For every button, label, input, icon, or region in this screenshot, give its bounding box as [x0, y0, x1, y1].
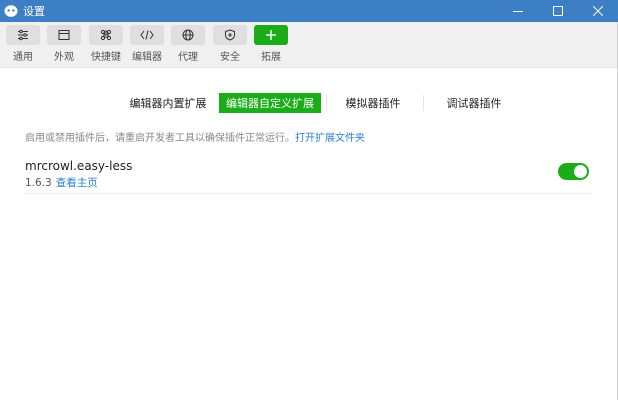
toolbar-label: 拓展	[261, 52, 281, 63]
plugin-row: mrcrowl.easy-less 1.6.3 查看主页	[25, 152, 591, 194]
globe-icon	[182, 29, 194, 41]
shield-icon	[225, 29, 235, 41]
extensions-button[interactable]	[254, 25, 288, 45]
settings-toolbar: 通用 外观 快捷键 编辑器 代理 安全 拓展	[0, 22, 618, 68]
title-bar: 设置	[0, 0, 618, 22]
editor-button[interactable]	[130, 25, 164, 45]
toggle-knob	[574, 165, 587, 178]
toolbar-shortcuts[interactable]: 快捷键	[88, 25, 124, 65]
toolbar-label: 外观	[54, 52, 74, 63]
code-icon	[140, 30, 154, 40]
toolbar-label: 快捷键	[91, 52, 121, 63]
toolbar-general[interactable]: 通用	[5, 25, 41, 65]
proxy-button[interactable]	[171, 25, 205, 45]
plugin-enable-toggle[interactable]	[558, 163, 589, 180]
toolbar-label: 通用	[13, 52, 33, 63]
window-title: 设置	[23, 5, 45, 18]
minimize-icon	[513, 11, 523, 12]
plugin-version: 1.6.3	[25, 177, 52, 189]
tab-divider	[423, 95, 424, 111]
tab-debugger-plugins[interactable]: 调试器插件	[440, 93, 508, 113]
toolbar-label: 编辑器	[132, 52, 162, 63]
settings-window: 设置 通用 外观 快捷键 编辑器 代理 安全 拓展 编辑器内置扩展 编辑器自定义…	[0, 0, 618, 400]
close-button[interactable]	[578, 0, 618, 22]
toolbar-extensions[interactable]: 拓展	[253, 25, 289, 65]
toolbar-appearance[interactable]: 外观	[46, 25, 82, 65]
tab-builtin-extensions[interactable]: 编辑器内置扩展	[124, 93, 212, 113]
tab-divider	[326, 95, 327, 111]
shortcuts-button[interactable]	[89, 25, 123, 45]
toolbar-proxy[interactable]: 代理	[170, 25, 206, 65]
tab-simulator-plugins[interactable]: 模拟器插件	[339, 93, 407, 113]
maximize-icon	[553, 6, 563, 16]
restart-hint-text: 启用或禁用插件后，请重启开发者工具以确保插件正常运行。	[25, 133, 295, 144]
toolbar-label: 安全	[220, 52, 240, 63]
sliders-icon	[18, 29, 28, 41]
extension-tabs: 编辑器内置扩展 编辑器自定义扩展 模拟器插件 调试器插件	[0, 93, 618, 113]
open-extensions-folder-link[interactable]: 打开扩展文件夹	[295, 133, 365, 144]
close-icon	[593, 6, 603, 16]
maximize-button[interactable]	[538, 0, 578, 22]
appearance-button[interactable]	[47, 25, 81, 45]
plugin-name: mrcrowl.easy-less	[25, 159, 133, 173]
general-button[interactable]	[6, 25, 40, 45]
app-logo-icon	[4, 5, 18, 17]
plus-icon	[266, 30, 276, 40]
minimize-button[interactable]	[498, 0, 538, 22]
toolbar-security[interactable]: 安全	[212, 25, 248, 65]
plugin-meta: 1.6.3 查看主页	[25, 175, 98, 190]
toolbar-editor[interactable]: 编辑器	[129, 25, 165, 65]
window-icon	[58, 30, 70, 40]
restart-hint: 启用或禁用插件后，请重启开发者工具以确保插件正常运行。打开扩展文件夹	[25, 129, 365, 144]
toolbar-label: 代理	[178, 52, 198, 63]
security-button[interactable]	[213, 25, 247, 45]
plugin-homepage-link[interactable]: 查看主页	[56, 177, 98, 189]
tab-custom-extensions[interactable]: 编辑器自定义扩展	[219, 93, 321, 113]
command-key-icon	[100, 29, 112, 41]
